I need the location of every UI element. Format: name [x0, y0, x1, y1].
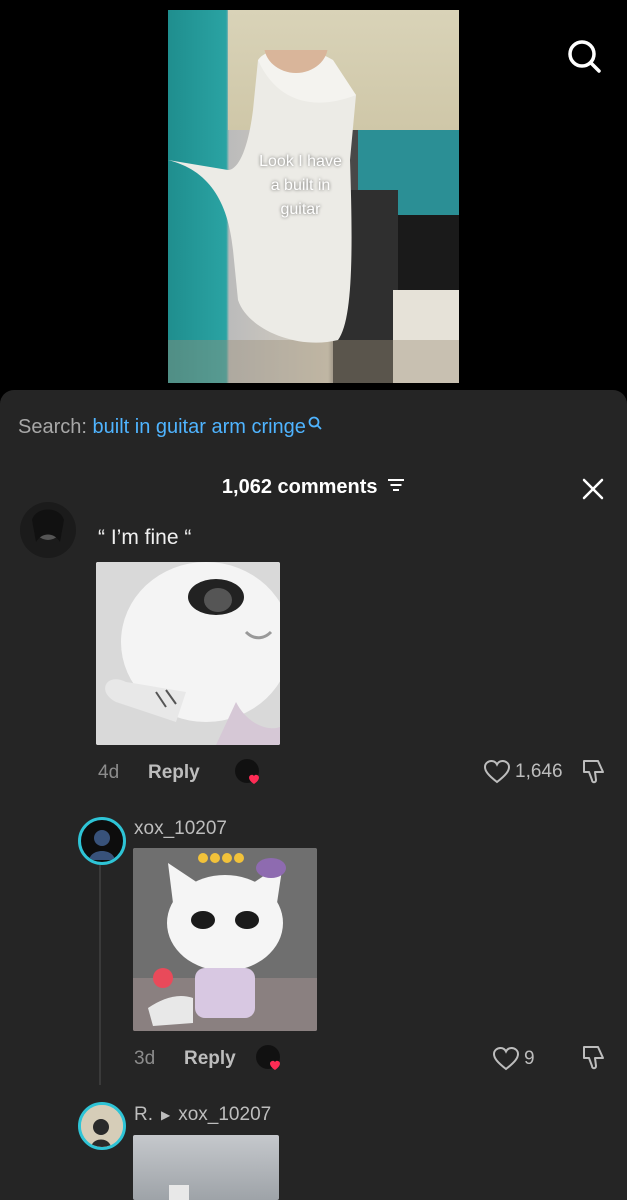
avatar[interactable] — [78, 817, 126, 865]
video-tv — [398, 215, 459, 290]
caption-line-3: guitar — [280, 201, 321, 218]
comment-image[interactable] — [133, 1135, 279, 1200]
video-preview[interactable]: Look I have a built in guitar — [168, 10, 459, 383]
like-count: 9 — [524, 1048, 535, 1069]
related-search[interactable]: Search: built in guitar arm cringe — [18, 416, 322, 439]
thread-line — [99, 865, 101, 1085]
heart-icon[interactable] — [493, 1047, 519, 1071]
like-group[interactable]: 1,646 — [484, 760, 563, 784]
avatar[interactable] — [20, 502, 76, 558]
comment-image[interactable] — [96, 562, 280, 745]
comments-header: 1,062 comments — [0, 476, 627, 499]
caption-line-2: a built in — [270, 177, 331, 194]
creator-liked-icon — [255, 1044, 285, 1074]
reply-button[interactable]: Reply — [148, 762, 200, 784]
search-small-icon — [308, 413, 322, 436]
comment-age: 4d — [98, 762, 120, 783]
comment-age: 3d — [134, 1048, 156, 1069]
like-count: 1,646 — [515, 761, 563, 782]
heart-icon[interactable] — [484, 760, 510, 784]
comments-count: 1,062 comments — [221, 476, 378, 499]
like-group[interactable]: 9 — [493, 1047, 535, 1071]
comment-username[interactable]: xox_10207 — [134, 818, 227, 840]
comment-username[interactable]: R. — [134, 1104, 153, 1126]
filter-icon[interactable] — [387, 476, 405, 499]
close-icon[interactable] — [580, 476, 606, 502]
video-caption: Look I have a built in guitar — [248, 150, 353, 222]
comment-text: “ I’m fine “ — [98, 526, 192, 549]
search-icon[interactable] — [566, 38, 602, 74]
reply-to-username[interactable]: xox_10207 — [178, 1104, 271, 1126]
dislike-icon[interactable] — [580, 758, 606, 791]
avatar[interactable] — [78, 1102, 126, 1150]
reply-header: R. ▶ xox_10207 — [134, 1104, 271, 1126]
caption-line-1: Look I have — [259, 153, 342, 170]
dislike-icon[interactable] — [580, 1044, 606, 1077]
comments-sheet: Search: built in guitar arm cringe 1,062… — [0, 390, 627, 1200]
creator-liked-icon — [234, 758, 264, 788]
reply-button[interactable]: Reply — [184, 1048, 236, 1070]
reply-arrow-icon: ▶ — [161, 1108, 171, 1122]
comment-image[interactable] — [133, 848, 317, 1031]
search-query-link[interactable]: built in guitar arm cringe — [93, 416, 306, 438]
search-prefix: Search: — [18, 416, 87, 438]
